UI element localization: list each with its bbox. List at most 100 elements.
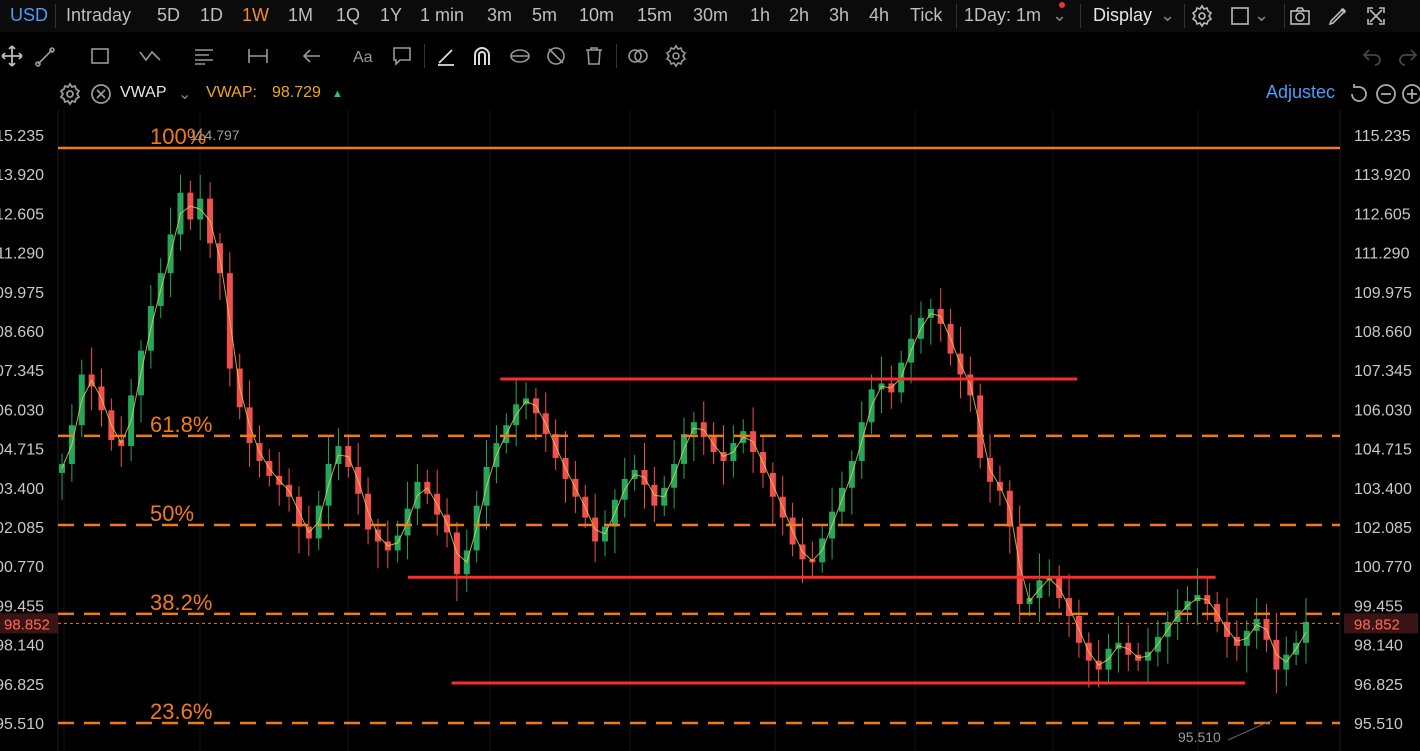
y-tick-label: 112.605 — [1354, 206, 1411, 223]
fib-level-label: 50% — [150, 501, 194, 526]
y-tick-label-left: 96.825 — [0, 677, 44, 694]
chart-settings-icon[interactable] — [664, 44, 688, 68]
candle — [59, 463, 65, 473]
fib-level-label: 61.8% — [150, 412, 212, 437]
timeframe-1m[interactable]: 1M — [288, 5, 313, 26]
notification-dot — [1059, 2, 1065, 8]
y-tick-label: 102.085 — [1354, 520, 1412, 537]
arrow-tool-icon[interactable] — [300, 44, 324, 68]
y-tick-label: 111.290 — [1354, 246, 1410, 263]
timeframe-15m[interactable]: 15m — [637, 5, 672, 26]
timeframe-5d[interactable]: 5D — [157, 5, 180, 26]
timeframe-30m[interactable]: 30m — [693, 5, 728, 26]
timeframe-1-min[interactable]: 1 min — [420, 5, 464, 26]
timeframe-bar: USD Intraday 5D 1D 1W 1M 1Q 1Y 1 min 3m 5m 10m 15m 30… — [0, 0, 1420, 32]
move-icon[interactable] — [0, 44, 24, 68]
y-tick-label-left: 109.975 — [0, 285, 44, 302]
timeframe-1h[interactable]: 1h — [750, 5, 770, 26]
chevron-down-icon[interactable]: ⌄ — [178, 84, 191, 104]
y-tick-label: 100.770 — [1354, 559, 1412, 576]
note-icon[interactable] — [390, 44, 414, 68]
fib-level-label: 23.6% — [150, 699, 212, 724]
y-tick-label-left: 103.400 — [0, 481, 44, 498]
y-tick-label: 107.345 — [1354, 363, 1412, 380]
lock-drawing-icon[interactable] — [508, 44, 532, 68]
timeframe-3h[interactable]: 3h — [829, 5, 849, 26]
period-select[interactable]: 1Day: 1m — [964, 5, 1041, 26]
y-tick-label-left: 95.510 — [0, 716, 44, 733]
redo-icon[interactable] — [1396, 44, 1420, 68]
timeframe-tick[interactable]: Tick — [910, 5, 942, 26]
display-menu[interactable]: Display — [1093, 5, 1152, 26]
current-price-right: 98.852 — [1354, 616, 1400, 633]
settings-icon[interactable] — [1190, 4, 1214, 28]
candle — [1303, 621, 1309, 643]
indicator-close-icon[interactable] — [89, 82, 111, 104]
y-tick-label: 96.825 — [1354, 677, 1403, 694]
timeframe-intraday[interactable]: Intraday — [66, 5, 131, 26]
text-tool-icon[interactable]: Aa — [352, 44, 376, 68]
magnet-icon[interactable] — [470, 44, 494, 68]
current-price-left: 98.852 — [4, 616, 50, 633]
candlestick-chart[interactable]: 115.235 115.235 113.920 113.920 112.605 112.6… — [0, 110, 1420, 751]
timeframe-1w[interactable]: 1W — [242, 5, 269, 26]
timeframe-1d[interactable]: 1D — [200, 5, 223, 26]
y-tick-label: 109.975 — [1354, 285, 1412, 302]
zoom-in-icon[interactable] — [1400, 82, 1420, 104]
y-tick-label-left: 107.345 — [0, 363, 44, 380]
pencil-icon[interactable] — [434, 44, 458, 68]
y-tick-label-left: 102.085 — [0, 520, 44, 537]
timeframe-5m[interactable]: 5m — [532, 5, 557, 26]
y-tick-label: 103.400 — [1354, 481, 1412, 498]
y-tick-label-left: 100.770 — [0, 559, 44, 576]
zoom-out-icon[interactable] — [1374, 82, 1396, 104]
camera-icon[interactable] — [1288, 4, 1312, 28]
y-tick-label-left: 108.660 — [0, 324, 44, 341]
chevron-down-icon[interactable]: ⌄ — [1052, 5, 1067, 26]
timeframe-2h[interactable]: 2h — [789, 5, 809, 26]
timeframe-3m[interactable]: 3m — [487, 5, 512, 26]
indicator-bar: VWAP ⌄ VWAP: 98.729 ▲ Adjustec — [0, 80, 1420, 106]
reset-icon[interactable] — [1347, 82, 1369, 104]
timeframe-4h[interactable]: 4h — [869, 5, 889, 26]
y-tick-label: 99.455 — [1354, 598, 1403, 615]
drawing-toolbar: Aa — [0, 36, 1420, 76]
timeframe-1q[interactable]: 1Q — [336, 5, 360, 26]
adjusted-toggle[interactable]: Adjustec — [1266, 82, 1335, 103]
timeframe-1y[interactable]: 1Y — [380, 5, 402, 26]
y-tick-label-left: 112.605 — [0, 206, 44, 223]
fib-tool-icon[interactable] — [192, 44, 216, 68]
timeframe-usd[interactable]: USD — [10, 5, 48, 26]
y-tick-label: 106.030 — [1354, 402, 1412, 419]
measure-icon[interactable] — [246, 44, 270, 68]
low-price-marker: 95.510 — [1178, 729, 1221, 745]
layout-icon[interactable] — [1228, 4, 1252, 28]
trend-line-icon[interactable] — [34, 44, 58, 68]
indicator-value: 98.729 — [272, 84, 321, 101]
price-chart[interactable]: 115.235 115.235 113.920 113.920 112.605 112.6… — [0, 110, 1420, 751]
pattern-tool-icon[interactable] — [138, 44, 162, 68]
y-tick-label-left: 111.290 — [0, 246, 44, 263]
undo-icon[interactable] — [1360, 44, 1384, 68]
indicator-settings-icon[interactable] — [58, 82, 81, 106]
fib-level-label: 38.2% — [150, 590, 212, 615]
indicator-value-label: VWAP: — [206, 84, 257, 101]
y-tick-label-left: 115.235 — [0, 128, 44, 145]
chevron-down-icon[interactable]: ⌄ — [1254, 5, 1269, 26]
y-tick-label-left: 113.920 — [0, 167, 44, 184]
fullscreen-icon[interactable] — [1364, 4, 1388, 28]
rectangle-tool-icon[interactable] — [88, 44, 112, 68]
y-tick-label-left: 99.455 — [0, 598, 44, 615]
y-tick-label-left: 98.140 — [0, 638, 44, 655]
timeframe-10m[interactable]: 10m — [579, 5, 614, 26]
hide-drawings-icon[interactable] — [544, 44, 568, 68]
trash-icon[interactable] — [582, 44, 606, 68]
y-tick-label: 104.715 — [1354, 442, 1412, 459]
up-triangle-icon: ▲ — [332, 88, 343, 100]
pen-icon[interactable] — [1326, 4, 1350, 28]
y-tick-label-left: 104.715 — [0, 442, 44, 459]
compare-icon[interactable] — [626, 44, 650, 68]
y-tick-label-left: 106.030 — [0, 402, 44, 419]
indicator-name[interactable]: VWAP — [120, 84, 167, 102]
chevron-down-icon[interactable]: ⌄ — [1160, 5, 1175, 26]
